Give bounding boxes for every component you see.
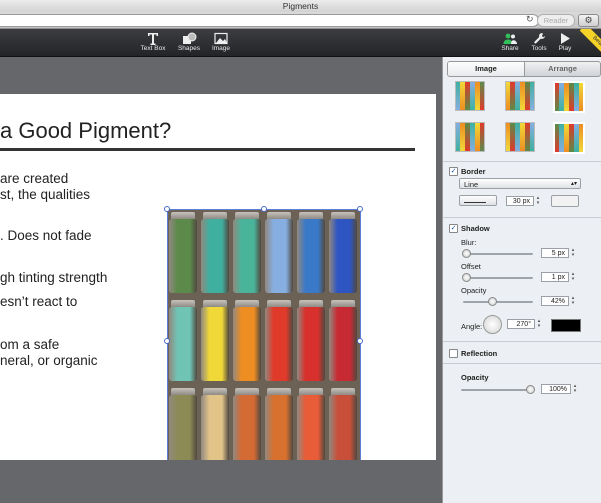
share-button[interactable]: Share xyxy=(499,32,521,52)
shapes-label: Shapes xyxy=(177,45,201,52)
angle-label: Angle: xyxy=(461,322,483,331)
app-toolbar: Text Box Shapes Image Share Tools Play xyxy=(0,29,601,57)
address-field[interactable] xyxy=(0,14,539,27)
window-title: Pigments xyxy=(282,1,319,11)
shadow-color-well[interactable] xyxy=(551,319,581,332)
angle-field[interactable]: 270° xyxy=(507,319,535,329)
divider xyxy=(443,341,601,342)
bullet-text[interactable]: are created xyxy=(0,171,68,186)
shadow-opacity-stepper[interactable]: ▴ ▾ xyxy=(570,296,576,306)
image-label: Image xyxy=(211,45,231,52)
border-checkbox[interactable]: ✓ xyxy=(449,167,458,176)
reflection-checkbox[interactable] xyxy=(449,349,458,358)
offset-slider[interactable] xyxy=(463,277,533,279)
textbox-label: Text Box xyxy=(140,45,166,52)
play-button[interactable]: Play xyxy=(555,32,575,52)
bullet-text[interactable]: st, the qualities xyxy=(0,187,90,202)
shadow-opacity-label: Opacity xyxy=(461,286,487,295)
opacity-slider[interactable] xyxy=(461,389,531,391)
reader-button[interactable]: Reader xyxy=(537,14,575,27)
slide-canvas: a Good Pigment? are created st, the qual… xyxy=(0,57,442,503)
title-rule xyxy=(0,148,415,151)
inspector-panel: Image Arrange ✓ Border Line ▴▾ 30 px ▴ ▾ ✓… xyxy=(442,57,601,503)
updown-arrows-icon: ▴▾ xyxy=(570,181,577,187)
divider xyxy=(443,363,601,364)
opacity-slider-knob[interactable] xyxy=(526,385,535,394)
bullet-text[interactable]: esn’t react to xyxy=(0,294,77,309)
reload-icon[interactable]: ↻ xyxy=(526,14,534,25)
opacity-stepper[interactable]: ▴ ▾ xyxy=(572,384,578,394)
style-preset-thumbnail[interactable] xyxy=(455,122,485,152)
play-icon xyxy=(561,33,570,44)
slide-title[interactable]: a Good Pigment? xyxy=(0,118,171,144)
border-width-stepper[interactable]: ▴ ▾ xyxy=(535,196,541,206)
angle-dial[interactable] xyxy=(483,315,502,334)
browser-bar: ↻ Reader ⚙ xyxy=(0,12,601,29)
border-style-select[interactable]: Line ▴▾ xyxy=(459,178,581,189)
shadow-opacity-field[interactable]: 42% xyxy=(541,296,569,306)
bullet-text[interactable]: . Does not fade xyxy=(0,228,92,243)
border-label: Border xyxy=(461,167,486,176)
border-width-field[interactable]: 30 px xyxy=(506,196,534,206)
image-icon xyxy=(214,32,228,45)
play-label: Play xyxy=(558,45,572,52)
blur-slider-knob[interactable] xyxy=(462,249,471,258)
beta-label: Beta xyxy=(579,29,601,56)
image-selection-box xyxy=(164,206,363,460)
shapes-icon xyxy=(183,32,197,44)
style-preset-thumbnail[interactable] xyxy=(455,81,485,111)
textbox-button[interactable]: Text Box xyxy=(138,32,168,52)
offset-stepper[interactable]: ▴ ▾ xyxy=(570,272,576,282)
slide[interactable]: a Good Pigment? are created st, the qual… xyxy=(0,94,436,460)
tools-button[interactable]: Tools xyxy=(528,32,550,52)
divider xyxy=(443,217,601,218)
shadow-label: Shadow xyxy=(461,224,490,233)
beta-ribbon: Beta xyxy=(579,29,601,56)
offset-label: Offset xyxy=(461,262,481,271)
angle-stepper[interactable]: ▴ ▾ xyxy=(536,319,542,329)
shadow-opacity-knob[interactable] xyxy=(488,297,497,306)
resize-handle[interactable] xyxy=(164,206,170,212)
image-button[interactable]: Image xyxy=(209,32,233,52)
style-preset-thumbnail[interactable] xyxy=(505,81,535,111)
style-preset-thumbnail[interactable] xyxy=(553,81,585,113)
shadow-opacity-slider[interactable] xyxy=(463,301,533,303)
shapes-button[interactable]: Shapes xyxy=(175,32,203,52)
bullet-text[interactable]: neral, or organic xyxy=(0,353,98,368)
border-style-value: Line xyxy=(464,180,479,189)
bullet-text[interactable]: gh tinting strength xyxy=(0,270,107,285)
bullet-text[interactable]: om a safe xyxy=(0,337,59,352)
style-preset-thumbnail[interactable] xyxy=(553,122,585,154)
tab-image[interactable]: Image xyxy=(448,62,525,76)
line-pattern-icon xyxy=(464,201,486,203)
wrench-icon xyxy=(534,33,545,44)
text-box-icon xyxy=(148,33,158,45)
blur-slider[interactable] xyxy=(463,253,533,255)
opacity-field[interactable]: 100% xyxy=(541,384,571,394)
line-pattern-select[interactable] xyxy=(459,195,497,206)
reflection-label: Reflection xyxy=(461,349,498,358)
resize-handle[interactable] xyxy=(261,206,267,212)
offset-slider-knob[interactable] xyxy=(462,273,471,282)
tab-arrange[interactable]: Arrange xyxy=(525,62,600,76)
tools-label: Tools xyxy=(531,45,547,52)
resize-handle[interactable] xyxy=(357,338,363,344)
style-preset-thumbnail[interactable] xyxy=(505,122,535,152)
resize-handle[interactable] xyxy=(357,206,363,212)
inspector-tabs: Image Arrange xyxy=(447,61,601,77)
offset-field[interactable]: 1 px xyxy=(541,272,569,282)
border-color-well[interactable] xyxy=(551,195,579,207)
shadow-checkbox[interactable]: ✓ xyxy=(449,224,458,233)
settings-gear-icon[interactable]: ⚙ xyxy=(578,14,599,27)
blur-label: Blur: xyxy=(461,238,477,247)
blur-stepper[interactable]: ▴ ▾ xyxy=(570,248,576,258)
divider xyxy=(443,161,601,162)
resize-handle[interactable] xyxy=(164,338,170,344)
opacity-label: Opacity xyxy=(461,373,489,382)
blur-field[interactable]: 5 px xyxy=(541,248,569,258)
share-label: Share xyxy=(501,45,519,52)
share-people-icon xyxy=(503,33,517,44)
